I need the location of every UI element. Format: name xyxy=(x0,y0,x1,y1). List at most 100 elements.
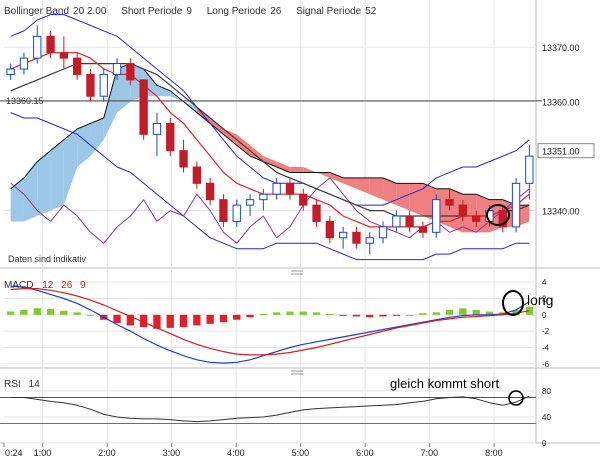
macd-bar xyxy=(86,314,95,316)
main-legend: Bollinger Band 20 2.00 Short Periode 9 Lon… xyxy=(4,6,377,17)
candle-body xyxy=(72,57,82,75)
time-tick-label: 5:00 xyxy=(292,448,310,458)
candle-body xyxy=(338,231,348,239)
macd-bar xyxy=(113,314,121,323)
macd-bar xyxy=(206,314,214,324)
candle-body xyxy=(378,226,388,239)
candle-body xyxy=(99,73,108,97)
candle-body xyxy=(458,204,468,217)
candle-body xyxy=(511,182,521,228)
macd-bar xyxy=(339,314,347,316)
time-tick-label: 4:00 xyxy=(227,448,245,458)
macd-bar xyxy=(60,310,68,315)
macd-tick-label: 0 xyxy=(542,311,547,320)
candle-body xyxy=(312,204,321,222)
candle-body xyxy=(405,215,414,228)
hline-label: 13360.15 xyxy=(6,96,44,106)
candle-body xyxy=(299,193,308,206)
macd-bar xyxy=(326,314,334,315)
candle-body xyxy=(139,79,148,135)
macd-bar xyxy=(459,308,467,315)
time-tick-label: 0:24 xyxy=(5,448,23,458)
rsi-tick-label: 40 xyxy=(542,413,551,422)
time-tick-label: 8:00 xyxy=(485,448,503,458)
candle-body xyxy=(525,155,534,184)
macd-bar xyxy=(419,313,427,315)
candle-body xyxy=(112,63,122,75)
macd-tick-label: -4 xyxy=(542,344,550,353)
candle-body xyxy=(152,122,162,135)
macd-bar xyxy=(259,314,268,315)
candle-body xyxy=(179,150,188,168)
macd-bar xyxy=(20,309,28,315)
candle-body xyxy=(33,35,42,59)
candle-body xyxy=(219,199,228,222)
macd-bar xyxy=(33,308,41,315)
macd-bar xyxy=(46,309,55,315)
candle-body xyxy=(445,199,454,206)
rsi-tick-label: 80 xyxy=(542,387,551,396)
candle-body xyxy=(285,182,295,195)
macd-bar xyxy=(445,309,454,315)
candle-body xyxy=(46,35,55,54)
candle-body xyxy=(325,220,335,239)
candle-body xyxy=(205,182,215,201)
price-tick-label: 13370.00 xyxy=(542,43,580,53)
candle-body xyxy=(192,166,202,184)
candle-body xyxy=(471,215,481,222)
macd-bar xyxy=(166,314,174,328)
macd-bar xyxy=(405,314,414,316)
candle-body xyxy=(259,193,268,201)
macd-bar xyxy=(432,312,440,315)
macd-bar xyxy=(472,309,480,315)
price-tick-label: 13340.00 xyxy=(542,207,580,217)
candle-body xyxy=(392,215,401,228)
macd-tick-label: -6 xyxy=(542,360,550,369)
candle-body xyxy=(352,231,361,244)
candle-body xyxy=(166,122,175,152)
macd-bar xyxy=(6,311,15,315)
macd-bar xyxy=(286,311,294,315)
macd-legend: MACD 12 26 9 xyxy=(4,280,86,291)
candle-body xyxy=(418,226,428,233)
macd-bar xyxy=(233,314,241,320)
rsi-annotation: gleich kommt short xyxy=(390,376,499,391)
macd-bar xyxy=(73,312,81,315)
cloud-segment xyxy=(50,139,64,211)
candle-body xyxy=(6,68,15,75)
macd-bar xyxy=(352,314,361,317)
time-tick-label: 3:00 xyxy=(163,448,181,458)
candle-body xyxy=(59,52,69,59)
macd-bar xyxy=(272,312,281,315)
macd-bar xyxy=(179,314,188,328)
macd-annotation: long xyxy=(527,292,553,308)
candle-body xyxy=(245,199,255,206)
cloud-segment xyxy=(409,183,423,216)
rsi-tick-label: 0 xyxy=(542,439,547,448)
macd-bar xyxy=(299,311,307,315)
price-tick-label: 13360.00 xyxy=(542,98,580,108)
candle-body xyxy=(86,73,95,97)
price-tick-label: 13351.00 xyxy=(542,147,580,157)
candle-body xyxy=(365,237,374,244)
time-tick-label: 2:00 xyxy=(98,448,116,458)
macd-bar xyxy=(219,314,228,323)
cloud-segment xyxy=(289,167,304,173)
chart-window: 13370.00 13360.00 13351.00 13340.00 Bolling… xyxy=(0,0,600,465)
candle-body xyxy=(272,182,281,195)
time-tick-label: 6:00 xyxy=(356,448,374,458)
time-tick-label: 7:00 xyxy=(421,448,439,458)
macd-bar xyxy=(312,312,321,315)
macd-bar xyxy=(193,314,201,326)
time-tick-label: 1:00 xyxy=(34,448,52,458)
candle-body xyxy=(126,63,135,81)
macd-tick-label: 4 xyxy=(542,278,547,287)
disclaimer-note: Daten sind indikativ xyxy=(8,254,87,264)
chart-canvas: 13370.00 13360.00 13351.00 13340.00 Bolling… xyxy=(0,0,600,465)
macd-bar xyxy=(366,314,374,318)
candle-body xyxy=(232,204,241,222)
candle-body xyxy=(432,199,441,233)
macd-tick-label: -2 xyxy=(542,327,550,336)
macd-bar xyxy=(379,314,387,317)
candle-body xyxy=(19,57,29,70)
